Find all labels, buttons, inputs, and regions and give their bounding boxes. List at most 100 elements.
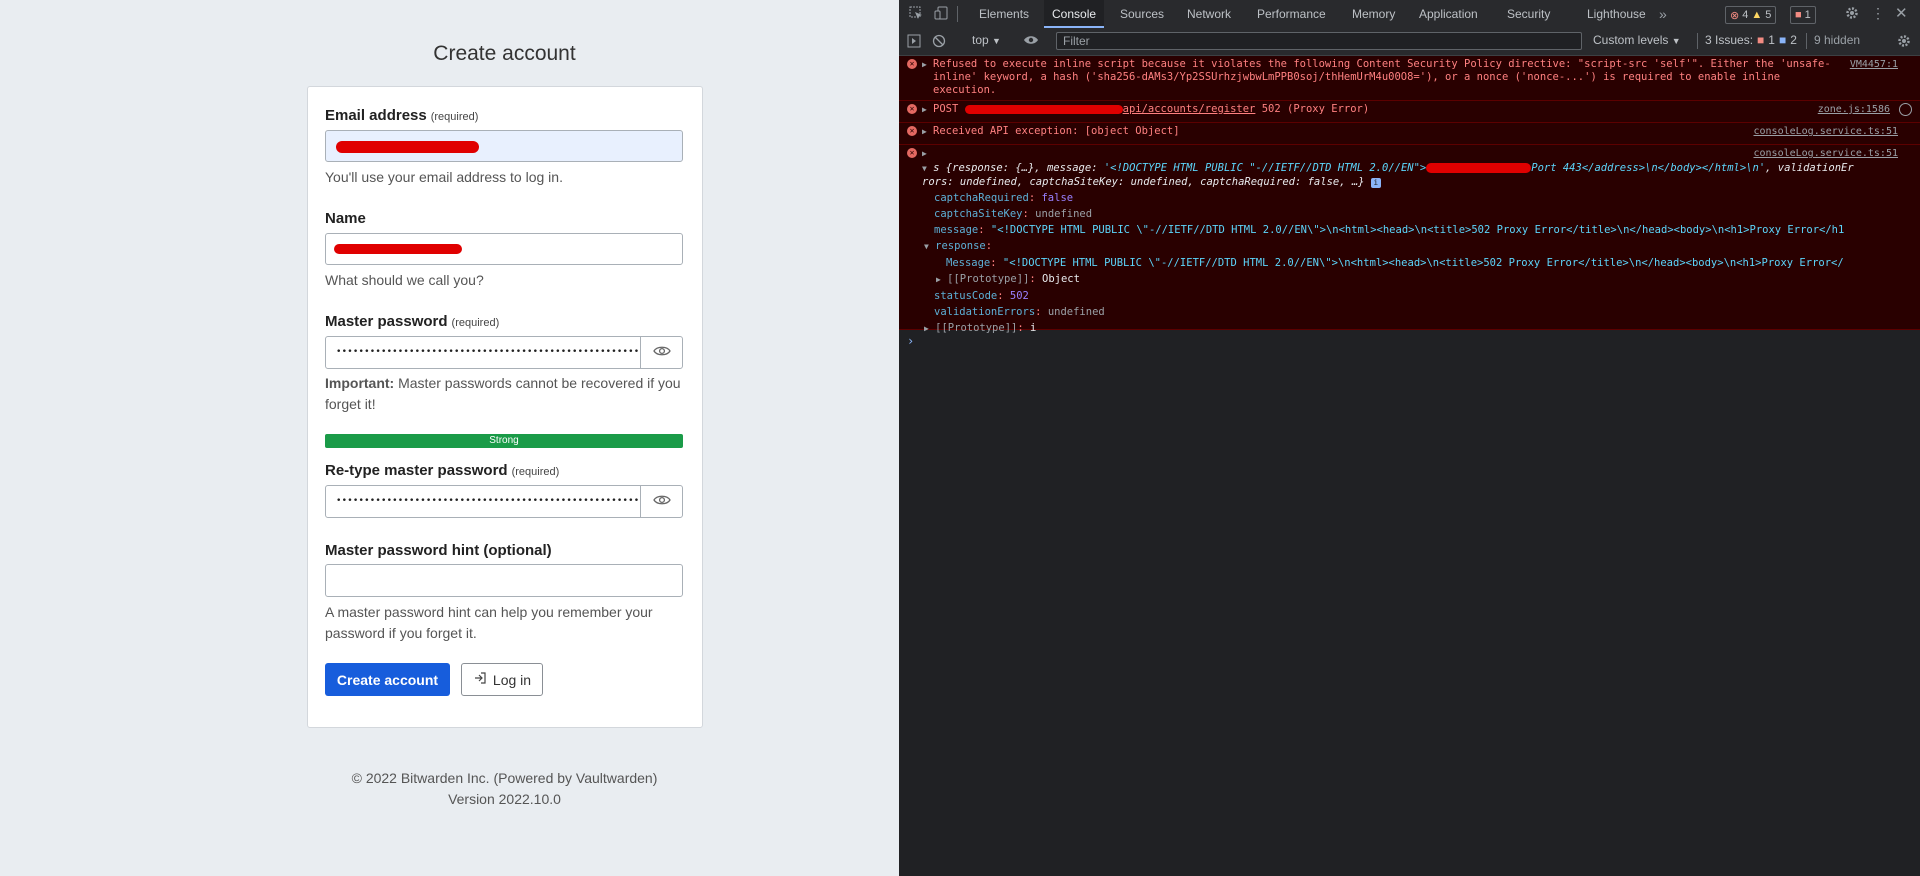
- error-circle-icon: ✕: [907, 59, 917, 69]
- login-button[interactable]: Log in: [461, 663, 543, 696]
- tab-application[interactable]: Application: [1411, 0, 1486, 28]
- more-tabs-icon[interactable]: »: [1659, 6, 1667, 22]
- csp-message-text: Refused to execute inline script because…: [933, 58, 1831, 96]
- error-warning-counter[interactable]: ⊗ 4 ▲ 5: [1725, 6, 1777, 24]
- toggle-visibility-button[interactable]: [640, 336, 683, 369]
- hidden-count: 9 hidden: [1814, 33, 1861, 47]
- prop-prototype[interactable]: ▶ [[Prototype]]: i: [922, 320, 1902, 337]
- sidebar-toggle-icon[interactable]: [907, 34, 921, 51]
- live-expression-eye-icon[interactable]: [1023, 34, 1039, 49]
- context-selector[interactable]: top ▼: [972, 33, 1001, 47]
- expand-arrow-icon[interactable]: ▶: [922, 103, 927, 116]
- warning-icon: ▲: [1751, 9, 1763, 21]
- expand-arrow-icon[interactable]: ▶: [922, 147, 927, 160]
- object-summary-line: ▼ s {response: {…}, message: '<!DOCTYPE …: [922, 162, 1854, 174]
- post-url-link[interactable]: api/accounts/register: [1123, 103, 1256, 115]
- email-redaction: [336, 141, 479, 153]
- sign-in-icon: [473, 671, 487, 688]
- hint-input[interactable]: [325, 564, 683, 597]
- device-toolbar-icon[interactable]: [934, 6, 948, 23]
- expand-arrow-icon[interactable]: ▶: [922, 125, 927, 138]
- console-output: ✕ ▶ Refused to execute inline script bec…: [899, 56, 1920, 334]
- prop-captcha-site-key: captchaSiteKey: undefined: [934, 208, 1093, 220]
- retype-required-note: (required): [511, 466, 560, 478]
- console-error-csp: ✕ ▶ Refused to execute inline script bec…: [899, 56, 1920, 101]
- tab-lighthouse[interactable]: Lighthouse: [1579, 0, 1654, 28]
- register-form-card: Email address (required) You'll use your …: [307, 86, 703, 728]
- console-error-object: ✕ ▶ consoleLog.service.ts:51 ▼ s {respon…: [899, 145, 1920, 334]
- master-password-input[interactable]: ••••••••••••••••••••••••••••••••••••••••…: [325, 336, 641, 369]
- source-link[interactable]: consoleLog.service.ts:51: [1754, 147, 1899, 160]
- console-prompt[interactable]: ›: [907, 334, 914, 348]
- prop-response-message: Message: "<!DOCTYPE HTML PUBLIC \"-//IET…: [946, 257, 1844, 269]
- prop-response[interactable]: ▼ response:: [922, 238, 1902, 255]
- error-circle-icon: ✕: [907, 126, 917, 136]
- error-count: 4: [1742, 9, 1749, 21]
- error-icon: ⊗: [1730, 9, 1740, 22]
- filter-input[interactable]: [1056, 32, 1582, 50]
- warning-count: 5: [1765, 9, 1772, 21]
- post-method: POST: [933, 103, 959, 115]
- network-request-icon[interactable]: [1899, 103, 1912, 116]
- create-account-button[interactable]: Create account: [325, 663, 450, 696]
- console-error-post: ✕ ▶ POST api/accounts/register 502 (Prox…: [899, 101, 1920, 123]
- clear-console-icon[interactable]: [932, 34, 946, 51]
- expand-arrow-icon: ▶: [924, 324, 929, 333]
- issue-error-icon: ■: [1757, 33, 1765, 47]
- footer-copyright: © 2022 Bitwarden Inc. (Powered by Vaultw…: [351, 770, 658, 786]
- login-button-label: Log in: [492, 671, 532, 688]
- retype-password-row: ••••••••••••••••••••••••••••••••••••••••…: [325, 485, 683, 518]
- settings-gear-icon[interactable]: [1845, 6, 1859, 23]
- expand-arrow-icon[interactable]: ▶: [922, 58, 927, 71]
- object-preview[interactable]: ▼ s {response: {…}, message: '<!DOCTYPE …: [922, 160, 1902, 337]
- master-required-note: (required): [451, 317, 500, 329]
- tab-memory[interactable]: Memory: [1344, 0, 1403, 28]
- prop-validation-errors: validationErrors: undefined: [934, 306, 1105, 318]
- log-levels-dropdown[interactable]: Custom levels ▼: [1593, 33, 1681, 47]
- retype-password-input[interactable]: ••••••••••••••••••••••••••••••••••••••••…: [325, 485, 641, 518]
- prop-captcha-required: captchaRequired: false: [934, 192, 1074, 204]
- inspect-element-icon[interactable]: [909, 6, 923, 23]
- toggle-visibility-button[interactable]: [640, 485, 683, 518]
- toolbar-divider: [1697, 33, 1698, 49]
- eye-icon: [652, 493, 671, 511]
- tab-elements[interactable]: Elements: [971, 0, 1037, 28]
- collapse-arrow-icon: ▼: [924, 242, 929, 251]
- email-required-note: (required): [430, 111, 479, 123]
- name-label: Name: [325, 210, 366, 227]
- master-password-label: Master password (required): [325, 313, 500, 330]
- issues-counter[interactable]: ■ 1: [1790, 6, 1816, 24]
- prop-response-prototype[interactable]: ▶ [[Prototype]]: Object: [922, 271, 1902, 288]
- important-note: Important: Master passwords cannot be re…: [325, 373, 685, 415]
- issues-link[interactable]: 3 Issues: ■ 1 ■ 2: [1705, 33, 1797, 47]
- error-circle-icon: ✕: [907, 104, 917, 114]
- tab-security[interactable]: Security: [1499, 0, 1558, 28]
- tab-network[interactable]: Network: [1179, 0, 1239, 28]
- footer-version: Version 2022.10.0: [448, 791, 561, 807]
- source-link[interactable]: consoleLog.service.ts:51: [1754, 125, 1899, 138]
- tab-sources[interactable]: Sources: [1112, 0, 1172, 28]
- master-password-row: ••••••••••••••••••••••••••••••••••••••••…: [325, 336, 683, 369]
- issue-count: 1: [1804, 9, 1811, 21]
- issue-icon: ■: [1795, 9, 1802, 21]
- tab-performance[interactable]: Performance: [1249, 0, 1334, 28]
- tab-console[interactable]: Console: [1044, 0, 1105, 28]
- source-link[interactable]: VM4457:1: [1850, 58, 1898, 71]
- api-exception-text: Received API exception: [object Object]: [933, 125, 1180, 137]
- web-page: Create account Email address (required) Y…: [0, 0, 899, 876]
- kebab-menu-icon[interactable]: ⋮: [1871, 5, 1885, 22]
- error-circle-icon: ✕: [907, 148, 917, 158]
- info-icon: i: [1370, 178, 1381, 188]
- hint-help-text: A master password hint can help you reme…: [325, 604, 653, 641]
- collapse-arrow-icon: ▼: [922, 164, 927, 173]
- devtools-tab-bar: Elements Console Sources Network Perform…: [899, 0, 1920, 29]
- expand-arrow-icon: ▶: [936, 275, 941, 284]
- console-settings-gear-icon[interactable]: [1897, 34, 1911, 51]
- email-label: Email address (required): [325, 107, 479, 124]
- page-title: Create account: [433, 42, 576, 65]
- name-help-text: What should we call you?: [325, 272, 484, 288]
- source-link[interactable]: zone.js:1586: [1818, 103, 1890, 116]
- console-toolbar: top ▼ Custom levels ▼ 3 Issues: ■1 ■2 9 …: [899, 28, 1920, 56]
- devtools-panel: Elements Console Sources Network Perform…: [899, 0, 1920, 876]
- close-icon[interactable]: ✕: [1895, 4, 1908, 22]
